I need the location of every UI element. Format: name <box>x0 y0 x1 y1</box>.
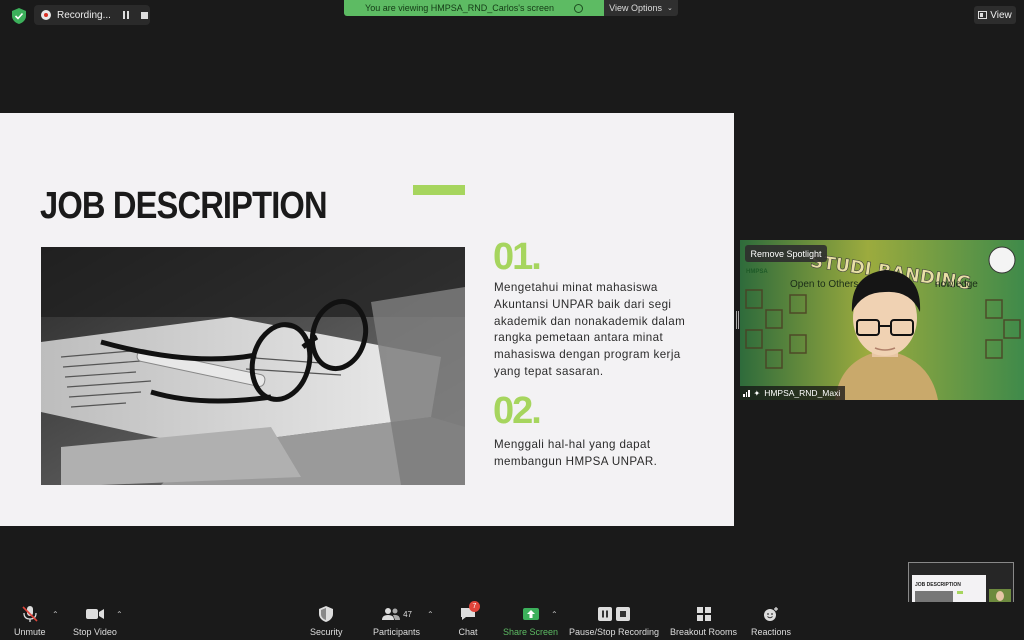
stop-recording-icon[interactable] <box>140 11 148 19</box>
view-options-label: View Options <box>609 3 662 13</box>
participants-options-chevron-up-icon[interactable]: ⌃ <box>427 610 434 619</box>
breakout-rooms-label: Breakout Rooms <box>670 627 738 637</box>
participants-count: 47 <box>403 609 412 619</box>
chat-bubble-icon: 7 <box>458 601 480 624</box>
banner-sub-right: nowledge <box>935 279 978 290</box>
remove-spotlight-label: Remove Spotlight <box>750 248 822 259</box>
view-button-label: View <box>990 9 1012 21</box>
shield-icon <box>316 604 336 624</box>
slide-photo-notebook-glasses <box>41 247 465 485</box>
view-options-button[interactable]: View Options ⌄ <box>604 0 678 16</box>
participants-label: Participants <box>373 627 421 637</box>
reactions-label: Reactions <box>751 627 792 637</box>
layout-icon <box>978 11 988 19</box>
unmute-button[interactable]: Unmute <box>14 604 46 637</box>
participants-button[interactable]: 47 Participants <box>373 604 420 637</box>
chevron-down-icon: ⌄ <box>667 5 673 12</box>
item-description-1: Mengetahui minat mahasiswa Akuntansi UNP… <box>494 281 686 378</box>
banner-sub-left: Open to Others, <box>790 279 861 290</box>
smiley-add-icon <box>761 604 781 624</box>
security-label: Security <box>310 627 343 637</box>
security-button[interactable]: Security <box>310 604 343 637</box>
item-number-2: 02. <box>493 390 542 432</box>
mini-slide-title: JOB DESCRIPTION <box>915 582 961 588</box>
chat-unread-badge: 7 <box>469 601 480 612</box>
participants-icon: 47 <box>375 604 419 624</box>
share-screen-button[interactable]: Share Screen <box>503 604 558 637</box>
share-screen-label: Share Screen <box>503 627 559 637</box>
signal-strength-icon <box>743 389 750 397</box>
pause-recording-icon[interactable] <box>122 11 129 19</box>
accent-bar <box>413 185 465 195</box>
participant-name: HMPSA_RND_Maxi <box>764 388 841 398</box>
stop-video-button[interactable]: Stop Video <box>73 604 117 637</box>
org-logo: HMPSA <box>746 269 768 275</box>
video-camera-icon <box>85 604 105 624</box>
microphone-muted-icon <box>20 604 40 624</box>
participant-name-tag: ✦ HMPSA_RND_Maxi <box>740 386 846 400</box>
remove-spotlight-button[interactable]: Remove Spotlight <box>745 245 827 262</box>
reactions-button[interactable]: Reactions <box>751 604 791 637</box>
breakout-rooms-icon <box>694 604 714 624</box>
video-options-chevron-up-icon[interactable]: ⌃ <box>116 610 123 619</box>
participant-video-tile[interactable]: STUDI BANDING Open to Others, nowledge H… <box>740 240 1024 400</box>
pause-stop-icons <box>594 604 634 624</box>
stop-icon <box>616 607 631 621</box>
breakout-rooms-button[interactable]: Breakout Rooms <box>670 604 737 637</box>
audio-options-chevron-up-icon[interactable]: ⌃ <box>52 610 59 619</box>
pause-icon <box>598 607 613 621</box>
security-shield-icon[interactable] <box>12 8 26 24</box>
unmute-label: Unmute <box>14 627 46 637</box>
status-circle-icon <box>573 3 583 13</box>
recording-indicator: Recording... <box>34 5 150 25</box>
viewing-screen-banner: You are viewing HMPSA_RND_Carlos's scree… <box>344 0 604 16</box>
pause-stop-recording-button[interactable]: Pause/Stop Recording <box>569 604 659 637</box>
chat-label: Chat <box>458 627 478 637</box>
slide-title: JOB DESCRIPTION <box>40 185 328 227</box>
item-number-1: 01. <box>493 236 542 278</box>
share-options-chevron-up-icon[interactable]: ⌃ <box>551 610 558 619</box>
viewing-banner-text: You are viewing HMPSA_RND_Carlos's scree… <box>365 3 554 13</box>
share-screen-icon <box>521 604 541 624</box>
pause-stop-recording-label: Pause/Stop Recording <box>569 627 660 637</box>
view-layout-button[interactable]: View <box>974 6 1016 24</box>
stop-video-label: Stop Video <box>73 627 117 637</box>
chat-button[interactable]: 7 Chat <box>458 601 480 637</box>
item-description-2: Menggali hal-hal yang dapat membangun HM… <box>494 438 658 468</box>
recording-icon <box>41 10 51 20</box>
pin-icon: ✦ <box>753 388 761 398</box>
recording-label: Recording... <box>57 9 111 21</box>
